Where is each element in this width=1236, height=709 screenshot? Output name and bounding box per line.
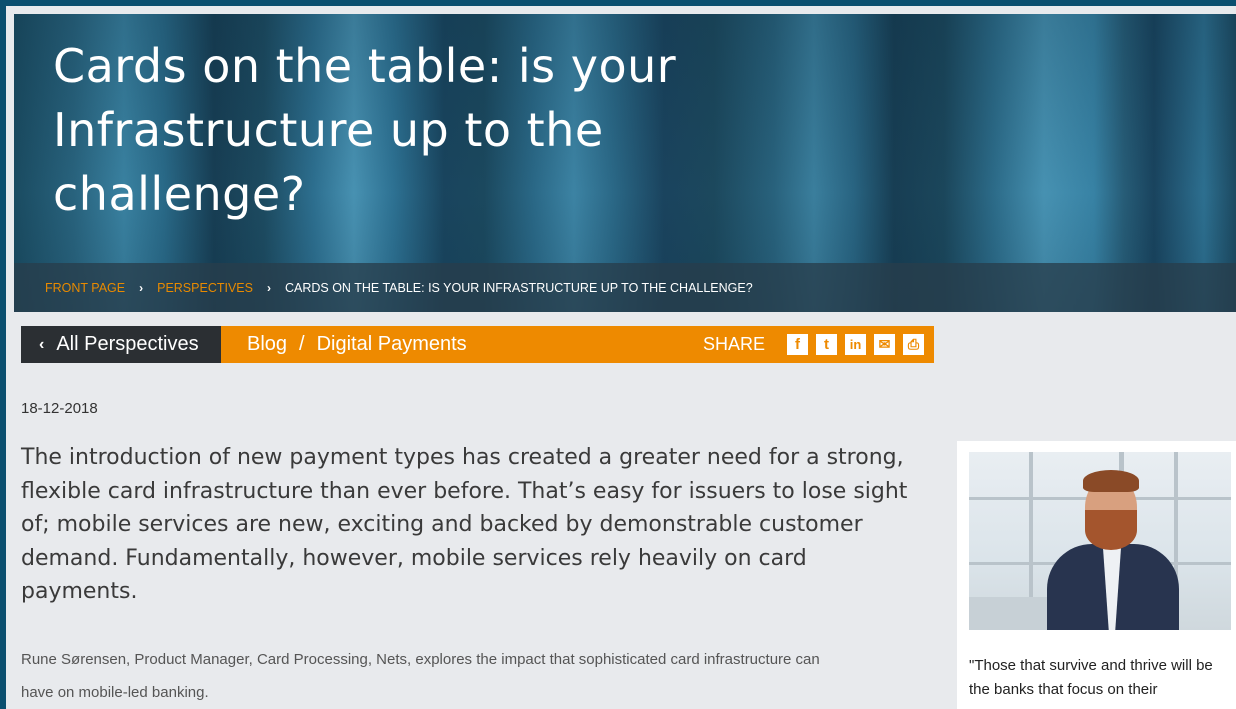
category-bar: Blog / Digital Payments SHARE f t in ✉ ⎙ (221, 326, 934, 363)
hero-banner: Cards on the table: is your Infrastructu… (14, 14, 1236, 312)
print-icon[interactable]: ⎙ (903, 334, 924, 355)
chevron-right-icon: › (139, 280, 144, 295)
mail-icon[interactable]: ✉ (874, 334, 895, 355)
all-perspectives-label: All Perspectives (56, 333, 199, 355)
author-photo (969, 452, 1231, 630)
chevron-left-icon: ‹ (39, 335, 45, 353)
page-frame: Cards on the table: is your Infrastructu… (6, 6, 1236, 709)
share-label: SHARE (702, 334, 765, 354)
chevron-right-icon: › (266, 280, 271, 295)
breadcrumb: FRONT PAGE › PERSPECTIVES › CARDS ON THE… (14, 263, 1236, 312)
article-date: 18-12-2018 (21, 400, 98, 417)
article-intro: Rune Sørensen, Product Manager, Card Pro… (21, 651, 820, 701)
quote-card: "Those that survive and thrive will be t… (957, 441, 1236, 709)
breadcrumb-perspectives[interactable]: PERSPECTIVES (157, 281, 253, 295)
page-title: Cards on the table: is your Infrastructu… (53, 39, 677, 221)
article-lead: The introduction of new payment types ha… (21, 445, 908, 604)
linkedin-icon[interactable]: in (845, 334, 866, 355)
category-link-digital-payments[interactable]: Digital Payments (317, 333, 467, 356)
breadcrumb-front-page[interactable]: FRONT PAGE (45, 281, 125, 295)
breadcrumb-current: CARDS ON THE TABLE: IS YOUR INFRASTRUCTU… (284, 280, 753, 295)
facebook-icon[interactable]: f (787, 334, 808, 355)
share-group: SHARE f t in ✉ ⎙ (703, 326, 924, 363)
twitter-icon[interactable]: t (816, 334, 837, 355)
category-link-blog[interactable]: Blog (247, 333, 287, 356)
pull-quote: "Those that survive and thrive will be t… (969, 657, 1213, 698)
all-perspectives-button[interactable]: ‹ All Perspectives (21, 326, 221, 363)
category-separator: / (299, 333, 305, 355)
